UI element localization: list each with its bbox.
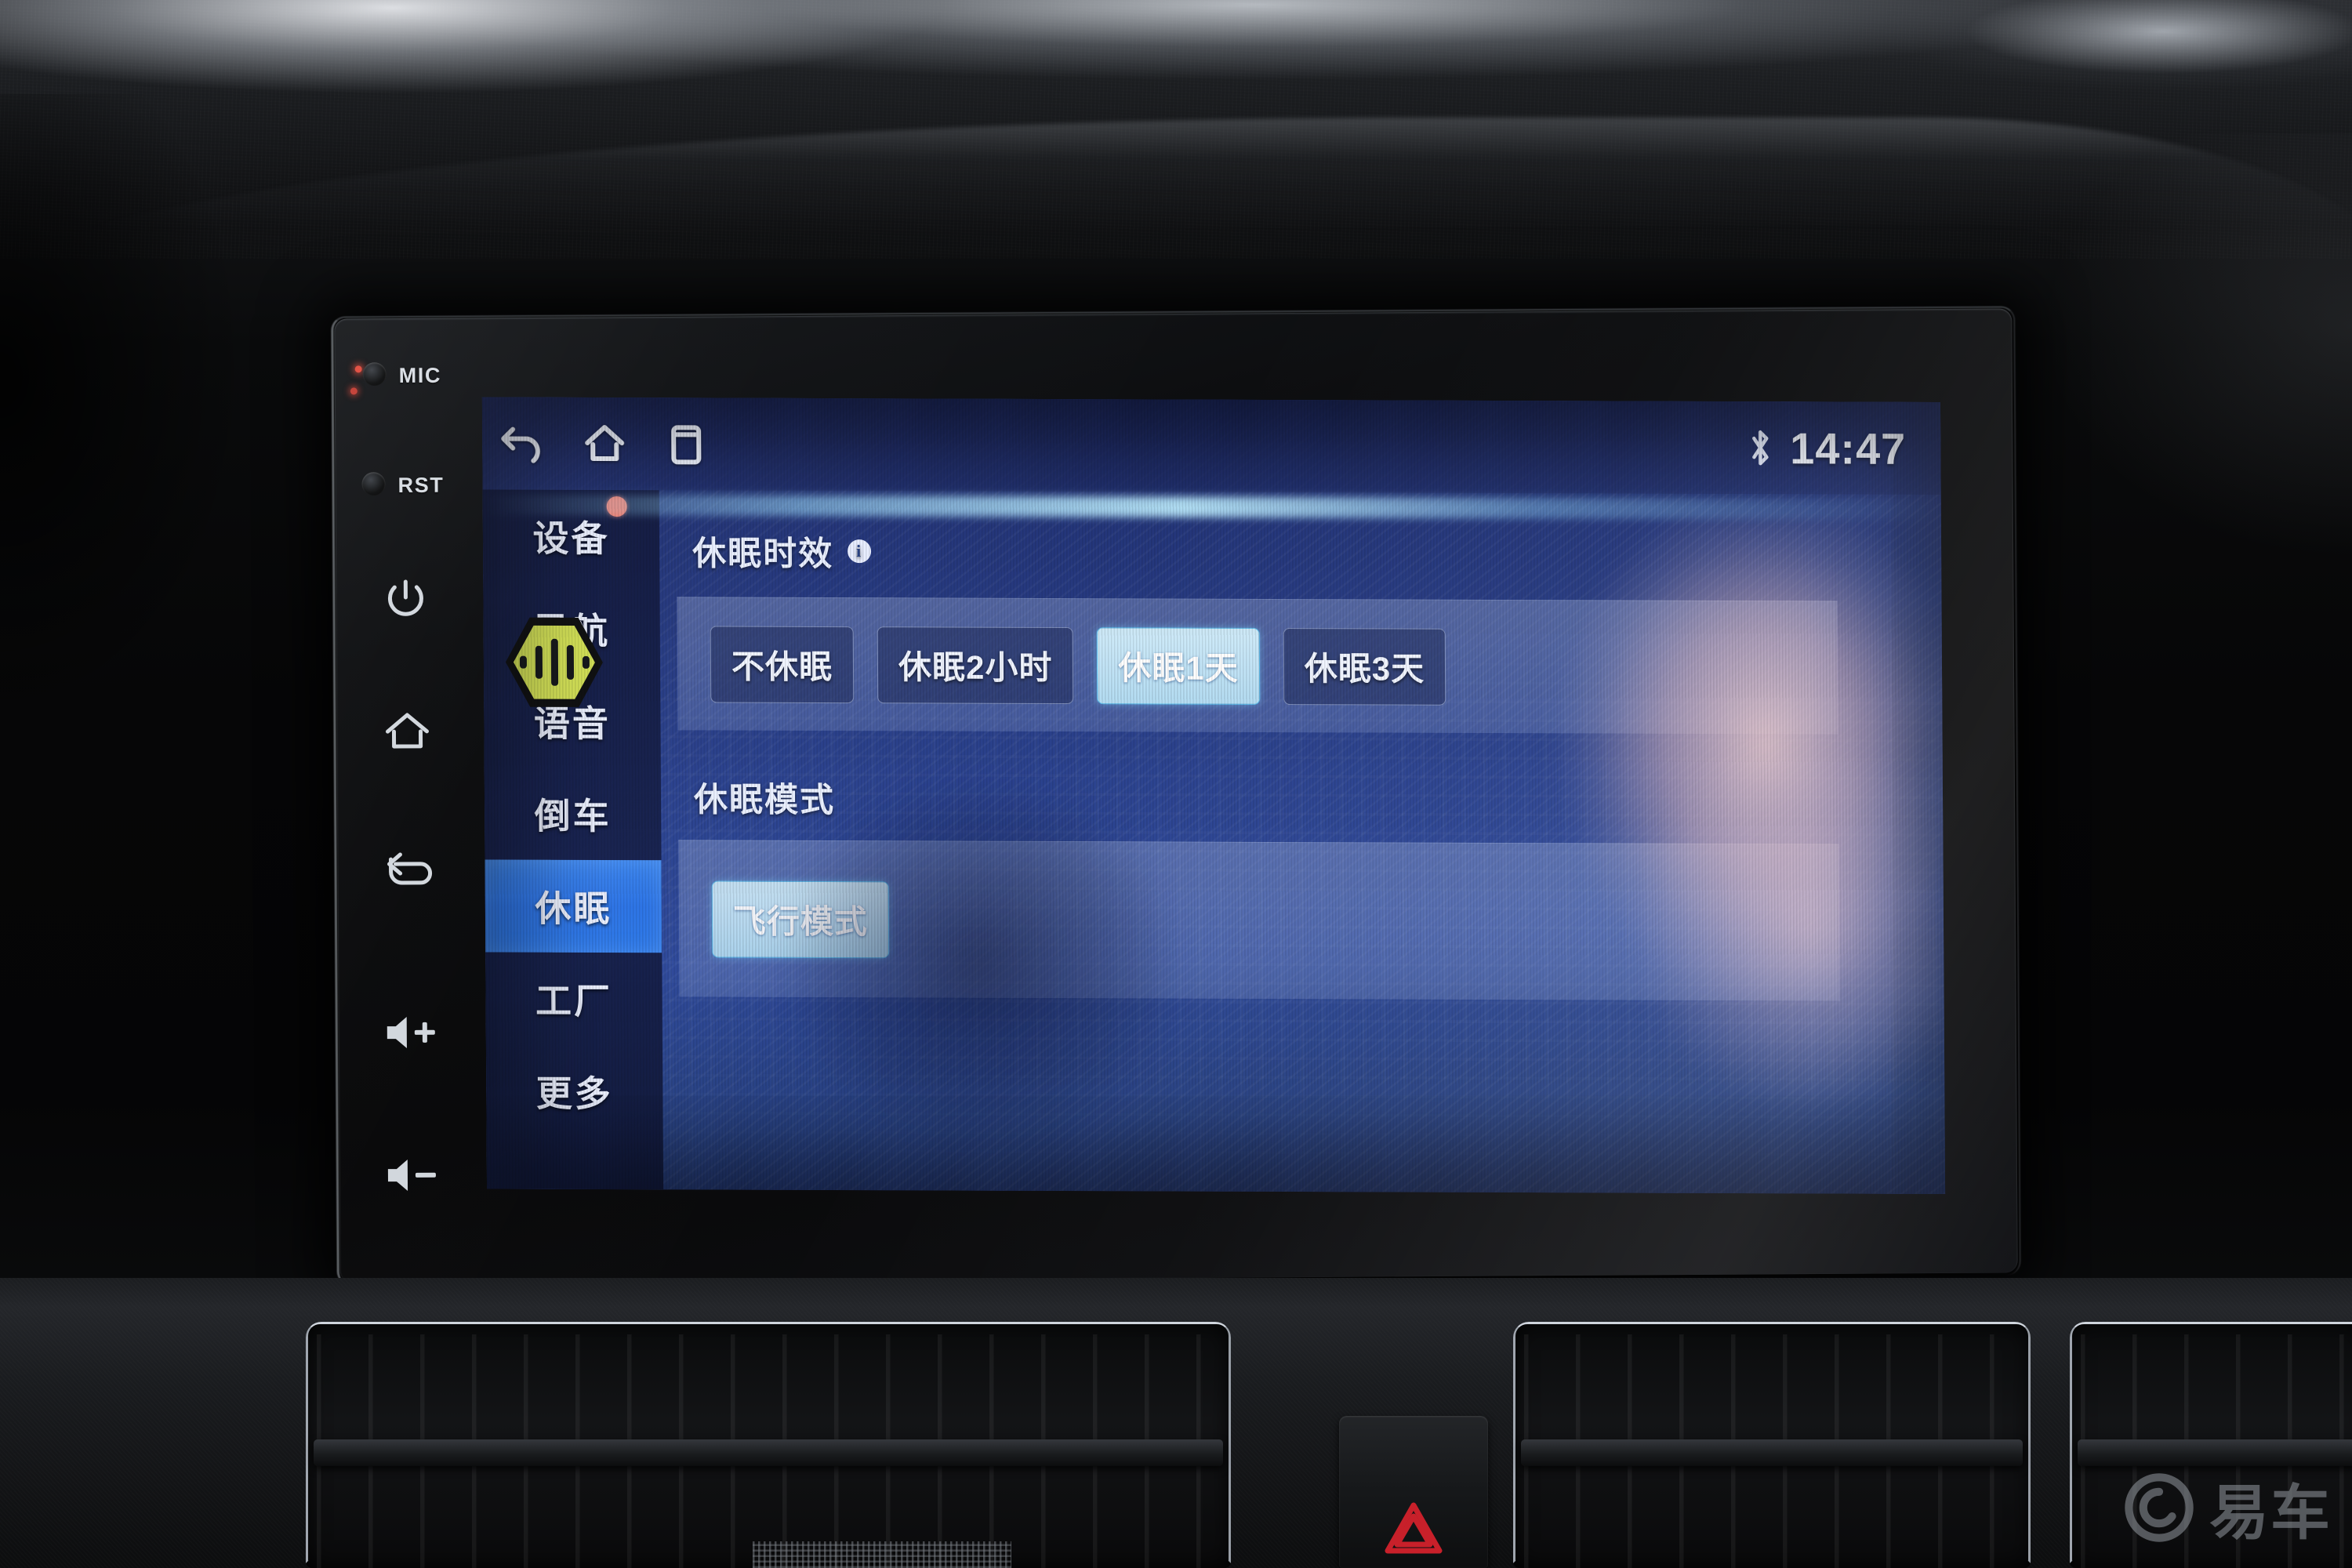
status-clock: 14:47 (1789, 423, 1907, 474)
home-icon[interactable] (383, 710, 430, 753)
bezel-mic: MIC (341, 361, 471, 387)
bluetooth-icon (1746, 426, 1774, 470)
settings-content: 休眠时效 i 不休眠 休眠2小时 休眠1天 休眠3天 休眠模式 飞行模式 (659, 490, 1946, 1194)
yiche-circle-logo-icon (2125, 1473, 2194, 1542)
section-title-sleep-mode: 休眠模式 (694, 772, 835, 822)
sleep-timeout-options-panel: 不休眠 休眠2小时 休眠1天 休眠3天 (677, 597, 1838, 735)
sidebar-item-label: 休眠 (535, 887, 612, 930)
reset-hole-icon[interactable] (361, 472, 386, 496)
settings-sidebar[interactable]: 设备 导航 语音 倒车 休眠 工厂 (482, 489, 664, 1190)
sidebar-item-label: 倒车 (534, 795, 612, 837)
status-bar: 14:47 (481, 397, 1941, 495)
watermark: 易车 (2123, 1465, 2332, 1551)
info-icon[interactable]: i (847, 539, 872, 564)
sleep-mode-options-panel: 飞行模式 (678, 840, 1840, 1001)
hazard-triangle-icon (1383, 1499, 1444, 1557)
air-vent-slider[interactable] (2078, 1439, 2352, 1466)
section-title-sleep-timeout: 休眠时效 i (691, 526, 872, 575)
bezel-volume-down-button[interactable] (346, 1155, 476, 1191)
option-sleep-2-hours[interactable]: 休眠2小时 (877, 626, 1074, 704)
option-airplane-mode[interactable]: 飞行模式 (711, 880, 890, 958)
sidebar-item-more[interactable]: 更多 (486, 1044, 663, 1138)
status-led-red-secondary (350, 387, 358, 395)
power-icon[interactable] (384, 577, 426, 621)
voice-assistant-hexagon-icon[interactable] (506, 614, 604, 711)
sidebar-item-reverse[interactable]: 倒车 (485, 767, 662, 860)
air-vent-slider[interactable] (1521, 1439, 2023, 1466)
car-dashboard: MIC RST 14:47 设备 语音 倒车 休眠 工厂 更多 休眠时效 i 不… (0, 0, 2352, 1568)
home-icon[interactable] (582, 421, 627, 466)
sidebar-item-sleep[interactable]: 休眠 (485, 859, 662, 953)
center-console (0, 1278, 2352, 1568)
watermark-text: 易车 (2209, 1480, 2332, 1547)
sidebar-item-label: 更多 (535, 1073, 613, 1115)
air-vent-right[interactable] (1513, 1322, 2031, 1568)
air-vent-slider[interactable] (314, 1439, 1223, 1466)
sidebar-item-device[interactable]: 设备 (483, 489, 660, 583)
bezel-rst-label: RST (397, 473, 445, 498)
statusbar-right-cluster: 14:47 (1746, 423, 1941, 474)
status-led-red (354, 365, 362, 373)
recents-icon[interactable] (666, 421, 706, 466)
volume-up-icon[interactable] (383, 1013, 439, 1052)
statusbar-recents-button[interactable] (645, 397, 728, 490)
back-arrow-icon[interactable] (499, 422, 547, 466)
bezel-back-button[interactable] (343, 849, 474, 885)
option-sleep-3-days[interactable]: 休眠3天 (1283, 627, 1446, 706)
statusbar-home-button[interactable] (564, 397, 646, 490)
infotainment-screen[interactable]: 14:47 设备 导航 语音 倒车 (481, 397, 1946, 1194)
bezel-mic-label: MIC (398, 363, 442, 388)
option-no-sleep[interactable]: 不休眠 (710, 625, 855, 703)
bezel-button-column: MIC RST (340, 347, 476, 1258)
volume-down-icon[interactable] (383, 1156, 440, 1195)
air-vent-left[interactable] (306, 1322, 1231, 1568)
sidebar-item-label: 设备 (532, 517, 610, 560)
console-speaker-mesh (753, 1541, 1011, 1568)
back-icon[interactable] (383, 850, 433, 891)
statusbar-back-button[interactable] (482, 397, 564, 489)
hazard-lights-button[interactable] (1339, 1416, 1488, 1568)
bezel-reset[interactable]: RST (341, 471, 471, 497)
microphone-hole-icon (362, 362, 387, 387)
sidebar-item-factory[interactable]: 工厂 (485, 952, 662, 1045)
option-sleep-1-day[interactable]: 休眠1天 (1097, 626, 1261, 705)
bezel-volume-up-button[interactable] (345, 1012, 475, 1048)
section-label: 休眠模式 (693, 781, 836, 820)
bezel-power-button[interactable] (342, 576, 472, 616)
head-unit: MIC RST 14:47 设备 语音 倒车 休眠 工厂 更多 休眠时效 i 不… (331, 306, 2021, 1286)
sidebar-item-label: 工厂 (535, 980, 613, 1022)
section-label: 休眠时效 (691, 535, 834, 574)
dashboard-left-shadow (0, 94, 329, 800)
